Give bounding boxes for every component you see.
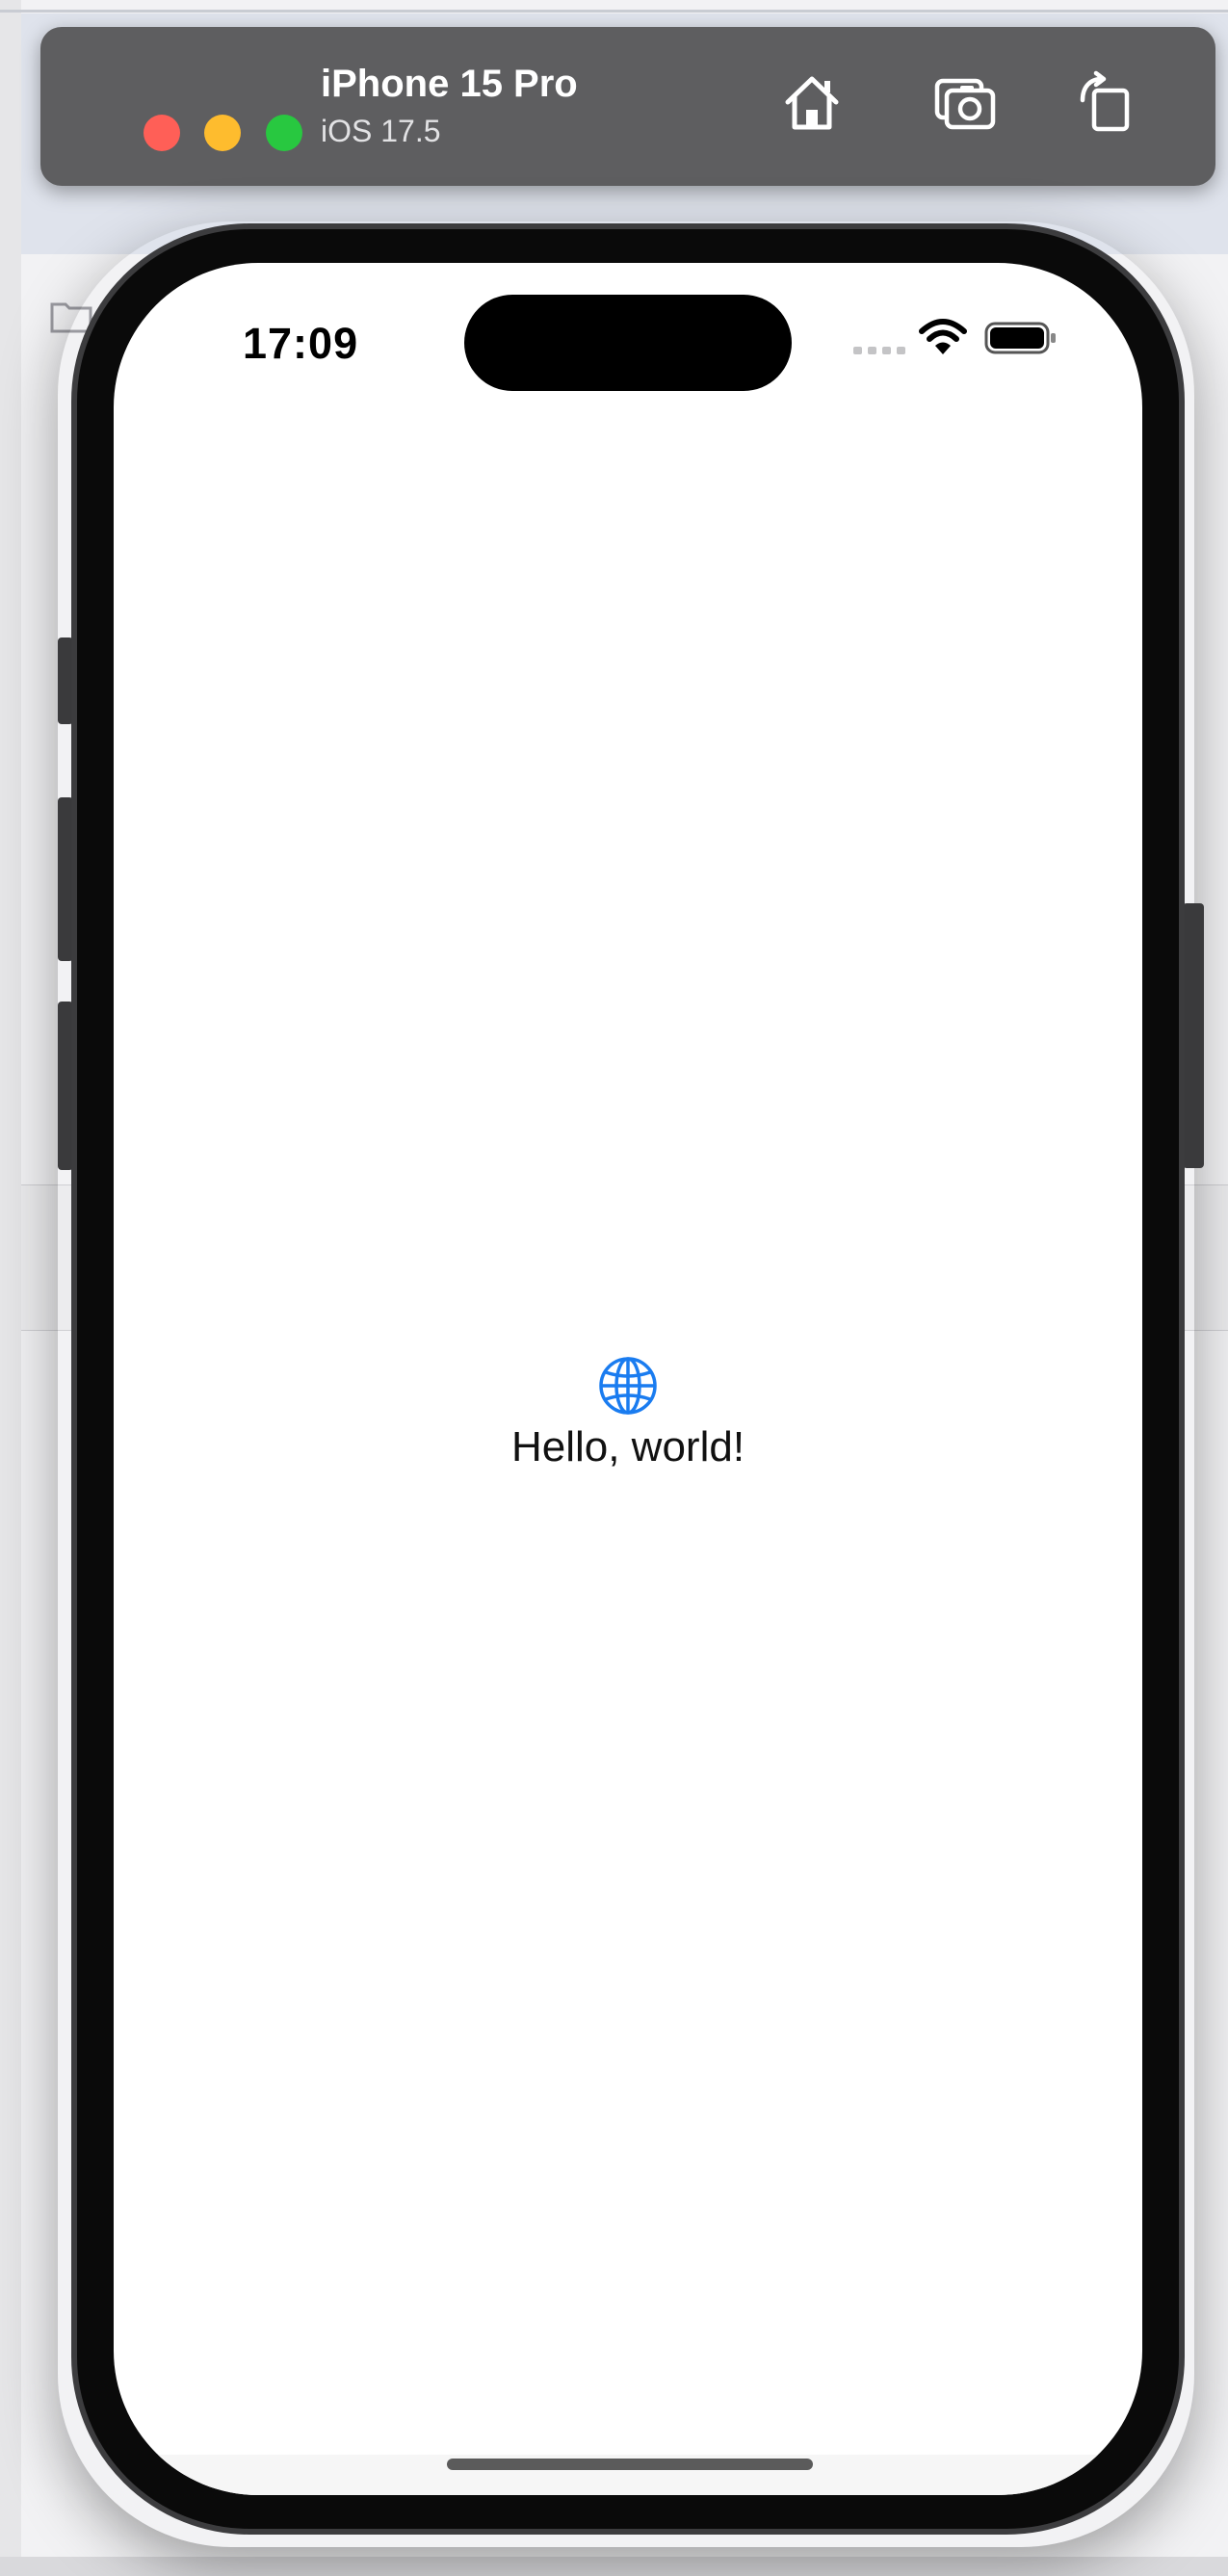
cellular-signal-icon bbox=[853, 347, 905, 354]
background-divider bbox=[0, 10, 1228, 13]
greeting-text: Hello, world! bbox=[510, 1423, 745, 1470]
screenshot-icon[interactable] bbox=[931, 69, 999, 137]
home-icon[interactable] bbox=[778, 69, 846, 137]
status-time: 17:09 bbox=[243, 319, 359, 368]
dynamic-island bbox=[464, 295, 792, 391]
simulator-toolbar bbox=[40, 27, 1215, 186]
os-version: iOS 17.5 bbox=[321, 114, 441, 148]
wifi-icon bbox=[919, 319, 967, 354]
battery-icon bbox=[984, 322, 1056, 354]
background-editor-strip bbox=[0, 0, 21, 2576]
close-window-button[interactable] bbox=[144, 115, 180, 151]
side-power-button[interactable] bbox=[1183, 903, 1204, 1168]
home-indicator[interactable] bbox=[447, 2459, 813, 2470]
zoom-window-button[interactable] bbox=[266, 115, 302, 151]
phone-screen[interactable]: 17:09 Hello, world! bbox=[114, 263, 1142, 2495]
minimize-window-button[interactable] bbox=[204, 115, 241, 151]
device-name: iPhone 15 Pro bbox=[321, 63, 578, 105]
background-editor-bottom bbox=[0, 2557, 1228, 2576]
rotate-icon[interactable] bbox=[1071, 69, 1138, 137]
globe-icon bbox=[599, 1357, 657, 1415]
